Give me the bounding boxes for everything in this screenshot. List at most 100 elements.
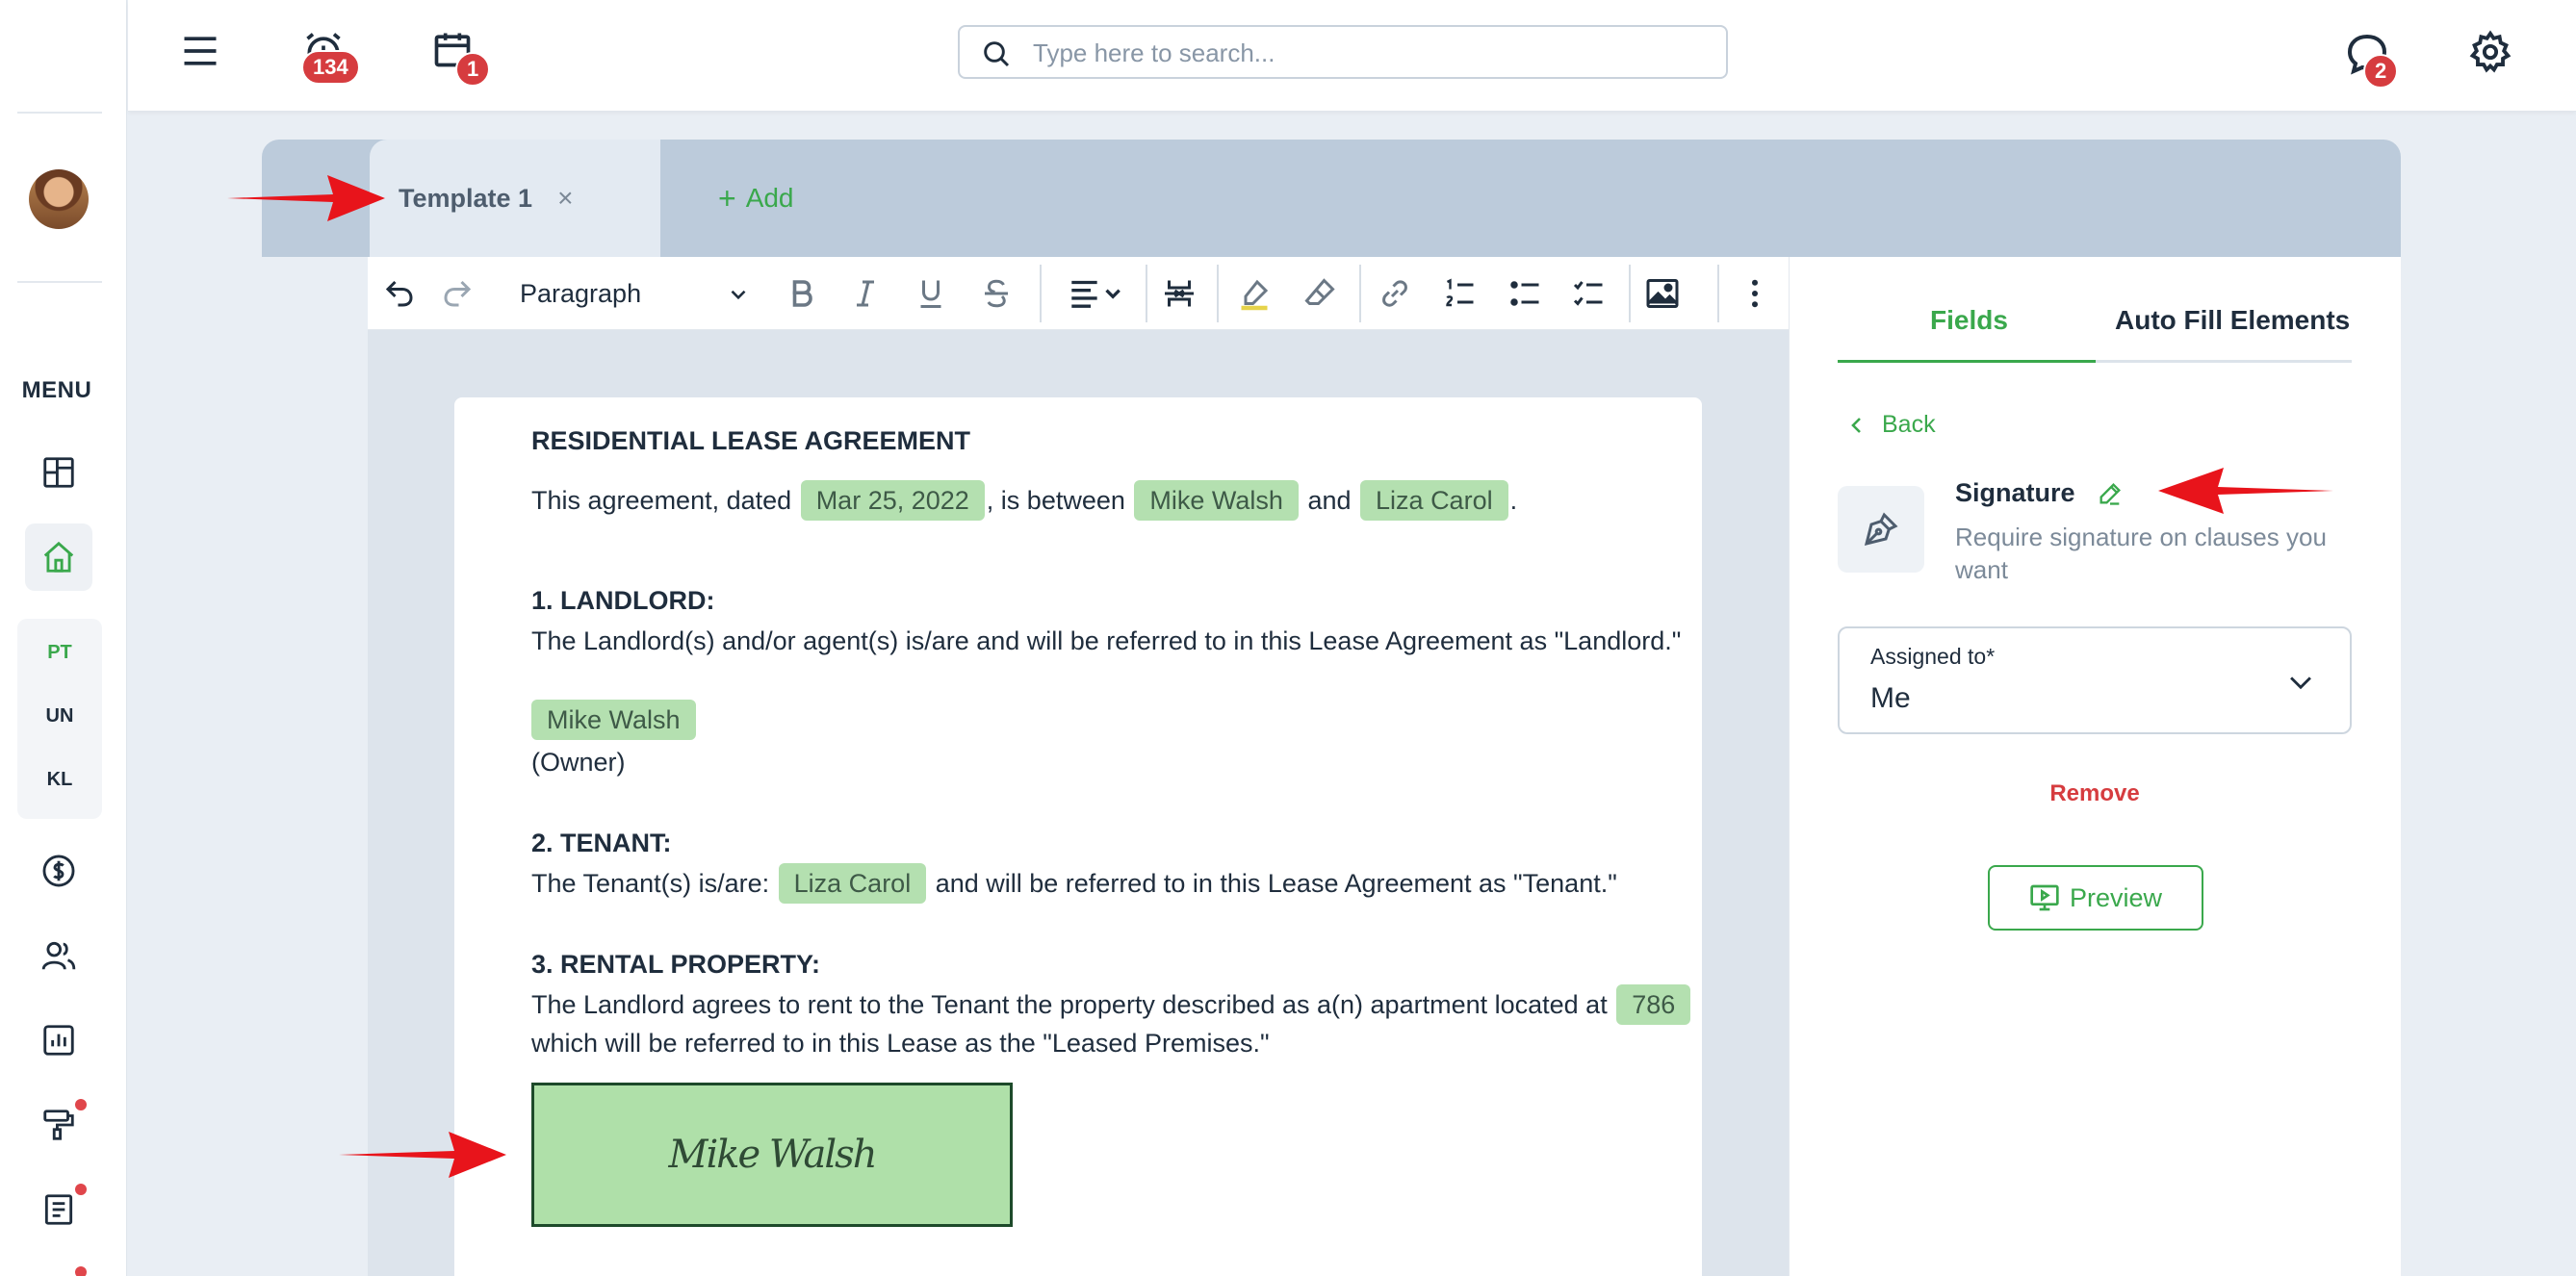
document-editor: Paragraph RESIDENTIAL LEASE AGREEMENT Th… — [368, 257, 1789, 1276]
close-icon[interactable]: × — [557, 183, 573, 214]
fields-panel: Fields Auto Fill Elements Back Signature… — [1789, 257, 2401, 1276]
annotation-arrow — [227, 175, 385, 221]
tenant-chip[interactable]: Liza Carol — [1360, 480, 1508, 521]
paragraph-format-value: Paragraph — [520, 278, 642, 308]
eraser-icon[interactable] — [1298, 272, 1342, 315]
reports-icon[interactable] — [25, 1007, 92, 1074]
intro-text: . — [1509, 486, 1518, 515]
edit-pencil-icon[interactable] — [2097, 480, 2124, 507]
underline-icon[interactable] — [909, 272, 953, 315]
chevron-down-icon — [731, 290, 746, 300]
hamburger-menu-icon[interactable] — [176, 27, 224, 75]
address-chip[interactable]: 786 — [1616, 984, 1691, 1025]
tab-auto-fill-elements[interactable]: Auto Fill Elements — [2115, 305, 2350, 336]
section-heading: 2. TENANT: — [531, 829, 672, 857]
intro-text: , is between — [986, 486, 1125, 515]
intro-text: This agreement, dated — [531, 486, 792, 515]
field-title: Signature — [1955, 478, 2124, 508]
bold-icon[interactable] — [780, 272, 824, 315]
numbered-list-icon[interactable] — [1438, 272, 1482, 315]
settings-gear-icon[interactable] — [2465, 27, 2515, 77]
back-button[interactable]: Back — [1845, 411, 1936, 439]
home-icon[interactable] — [25, 523, 92, 591]
annotation-arrow — [339, 1132, 506, 1178]
active-tab-indicator — [1838, 360, 2096, 363]
more-options-icon[interactable] — [1733, 272, 1777, 315]
paragraph-format-select[interactable]: Paragraph — [520, 270, 751, 317]
owner-chip[interactable]: Mike Walsh — [531, 700, 696, 740]
presentation-icon — [2030, 884, 2059, 911]
back-label: Back — [1882, 411, 1936, 438]
section-text: The Tenant(s) is/are: — [531, 869, 770, 898]
tab-label: Template 1 — [399, 183, 533, 213]
italic-icon[interactable] — [843, 272, 888, 315]
menu-label: MENU — [21, 377, 92, 403]
assigned-to-value: Me — [1870, 682, 1911, 714]
property-group: PT UN KL — [17, 619, 102, 819]
toolbar-separator — [1359, 265, 1361, 322]
dashboard-icon[interactable] — [25, 439, 92, 506]
template-tab-strip: Template 1 × + Add — [262, 140, 2401, 257]
chevron-left-icon — [1851, 417, 1861, 433]
toolbar-separator — [1217, 265, 1219, 322]
checklist-icon[interactable] — [1567, 272, 1611, 315]
template-editor-panel: Template 1 × + Add Paragraph RESIDENTIAL… — [262, 140, 2401, 1276]
tenant-chip[interactable]: Liza Carol — [778, 863, 927, 904]
fields-tabs: Fields Auto Fill Elements — [1838, 257, 2352, 363]
redo-icon[interactable] — [435, 272, 479, 315]
preview-label: Preview — [2069, 882, 2163, 912]
toolbar-separator — [1146, 265, 1147, 322]
date-chip[interactable]: Mar 25, 2022 — [800, 480, 985, 521]
dollar-icon[interactable] — [25, 837, 92, 905]
alarm-count-badge: 134 — [301, 50, 360, 85]
chevron-down-icon — [2290, 676, 2311, 690]
search-bar[interactable] — [958, 25, 1728, 79]
add-label: Add — [745, 183, 794, 213]
undo-icon[interactable] — [377, 272, 422, 315]
sidebar-item-pt[interactable]: PT — [17, 642, 102, 664]
notification-dot — [75, 1266, 87, 1276]
landlord-chip[interactable]: Mike Walsh — [1134, 480, 1299, 521]
owner-line: Mike Walsh — [531, 700, 698, 740]
image-icon[interactable] — [1640, 272, 1685, 315]
sidebar-divider — [17, 112, 102, 114]
search-icon — [984, 41, 1010, 67]
sidebar-divider — [17, 281, 102, 283]
notification-dot — [75, 1184, 87, 1195]
preview-button[interactable]: Preview — [1988, 865, 2203, 931]
document-page[interactable]: RESIDENTIAL LEASE AGREEMENT This agreeme… — [454, 397, 1702, 1276]
people-icon[interactable] — [25, 922, 92, 989]
tab-fields[interactable]: Fields — [1930, 305, 2008, 336]
sidebar-item-un[interactable]: UN — [17, 705, 102, 727]
section-text: and will be referred to in this Lease Ag… — [935, 869, 1617, 898]
document-title: RESIDENTIAL LEASE AGREEMENT — [531, 426, 971, 455]
tenant-paragraph: The Tenant(s) is/are: Liza Carol and wil… — [531, 863, 1617, 904]
editor-toolbar: Paragraph — [368, 257, 1789, 330]
highlight-icon[interactable] — [1232, 272, 1276, 315]
strikethrough-icon[interactable] — [974, 272, 1018, 315]
assigned-to-select[interactable]: Assigned to* Me — [1838, 626, 2352, 734]
section-heading: 1. LANDLORD: — [531, 586, 715, 615]
tab-template-1[interactable]: Template 1 × — [370, 140, 660, 257]
search-input[interactable] — [1033, 35, 1707, 71]
property-paragraph: The Landlord agrees to rent to the Tenan… — [531, 984, 1692, 1025]
signature-field[interactable]: Mike Walsh — [531, 1083, 1013, 1227]
section-heading: 3. RENTAL PROPERTY: — [531, 950, 821, 979]
align-dropdown[interactable] — [1057, 272, 1134, 315]
add-template-button[interactable]: + Add — [718, 140, 794, 257]
link-icon[interactable] — [1373, 272, 1417, 315]
pen-nib-icon — [1838, 486, 1924, 573]
page-break-icon[interactable] — [1157, 272, 1201, 315]
sidebar-item-kl[interactable]: KL — [17, 769, 102, 791]
bullet-list-icon[interactable] — [1504, 272, 1548, 315]
messages-count-badge: 2 — [2363, 54, 2399, 89]
calendar-count-badge: 1 — [455, 52, 491, 87]
intro-text: and — [1307, 486, 1352, 515]
owner-label: (Owner) — [531, 748, 626, 777]
assigned-to-label: Assigned to* — [1870, 644, 1996, 669]
avatar[interactable] — [29, 169, 89, 229]
remove-button[interactable]: Remove — [1790, 780, 2400, 807]
section-text: The Landlord(s) and/or agent(s) is/are a… — [531, 626, 1682, 655]
section-text: which will be referred to in this Lease … — [531, 1029, 1270, 1058]
top-bar: 134 1 2 — [128, 0, 2576, 112]
